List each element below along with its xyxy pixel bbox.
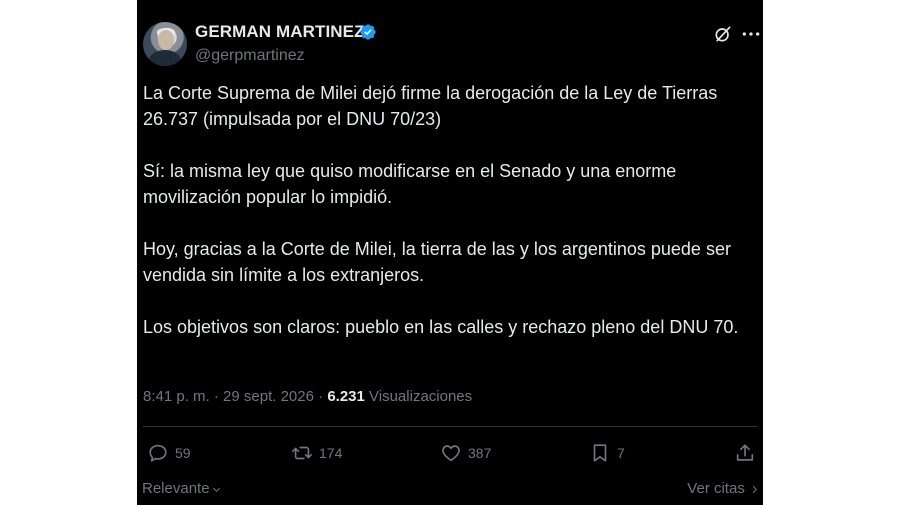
reply-icon xyxy=(149,444,167,462)
retweet-button[interactable]: 174 xyxy=(291,441,342,465)
share-icon xyxy=(736,444,754,461)
bookmark-button[interactable]: 7 xyxy=(589,441,625,465)
more-icon[interactable] xyxy=(741,24,761,44)
reply-button[interactable]: 59 xyxy=(147,441,191,465)
like-button[interactable]: 387 xyxy=(440,441,491,465)
heart-icon xyxy=(442,445,460,462)
divider xyxy=(143,426,757,427)
avatar[interactable] xyxy=(143,22,187,66)
tweet-paragraph: Hoy, gracias a la Corte de Milei, la tie… xyxy=(143,239,731,285)
sort-label: Relevante xyxy=(142,480,210,497)
share-button[interactable] xyxy=(734,441,756,465)
tweet-paragraph: Sí: la misma ley que quiso modificarse e… xyxy=(143,161,677,207)
grok-icon[interactable] xyxy=(713,24,733,44)
reply-count: 59 xyxy=(175,445,191,461)
author-display-name[interactable]: GERMAN MARTINEZ xyxy=(195,22,365,42)
meta-separator: · xyxy=(313,388,328,405)
view-quotes-label: Ver citas xyxy=(687,480,745,497)
retweet-icon xyxy=(292,446,312,460)
meta-separator: · xyxy=(209,388,224,405)
author-handle[interactable]: @gerpmartinez xyxy=(195,47,305,65)
chevron-down-icon xyxy=(212,487,220,492)
sort-replies-dropdown[interactable]: Relevante xyxy=(142,480,222,497)
like-count: 387 xyxy=(468,445,492,461)
views-count: 6.231 xyxy=(327,388,365,405)
view-quotes-link[interactable]: Ver citas xyxy=(687,480,760,497)
tweet-time[interactable]: 8:41 p. m. xyxy=(143,388,210,405)
tweet-date[interactable]: 29 sept. 2026 xyxy=(223,388,314,405)
chevron-right-icon xyxy=(752,485,758,493)
bookmark-icon xyxy=(593,444,607,462)
tweet-text: La Corte Suprema de Milei dejó firme la … xyxy=(143,80,755,366)
views-label: Visualizaciones xyxy=(364,388,473,405)
retweet-count: 174 xyxy=(319,445,343,461)
bookmark-count: 7 xyxy=(617,445,625,461)
tweet-meta: 8:41 p. m. · 29 sept. 2026 · 6.231 Visua… xyxy=(143,388,472,405)
verified-badge-icon xyxy=(360,24,376,40)
tweet-paragraph: La Corte Suprema de Milei dejó firme la … xyxy=(143,83,718,129)
tweet-card: GERMAN MARTINEZ @gerpmartinez La Corte S… xyxy=(137,0,763,505)
tweet-paragraph: Los objetivos son claros: pueblo en las … xyxy=(143,317,739,337)
